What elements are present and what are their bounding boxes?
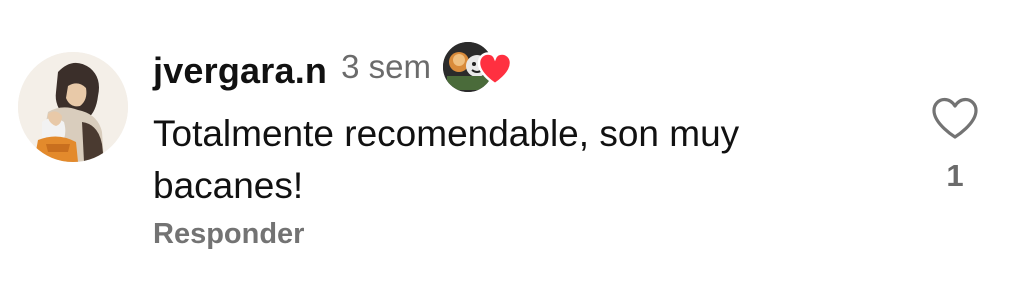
reply-button[interactable]: Responder bbox=[153, 218, 304, 251]
comment-header: jvergara.n 3 sem bbox=[153, 38, 517, 104]
liked-by-author-badge bbox=[442, 40, 517, 94]
timestamp: 3 sem bbox=[341, 48, 431, 85]
username-link[interactable]: jvergara.n bbox=[153, 50, 327, 92]
like-column: 1 bbox=[923, 94, 987, 194]
comment-item: jvergara.n 3 sem Totalmente recomendable… bbox=[0, 0, 1017, 290]
like-button[interactable] bbox=[927, 94, 983, 144]
avatar[interactable] bbox=[18, 52, 128, 162]
comment-text: Totalmente recomendable, son muy bacanes… bbox=[153, 113, 740, 206]
like-count: 1 bbox=[946, 158, 964, 193]
heart-outline-icon bbox=[932, 97, 978, 139]
heart-filled-icon bbox=[477, 52, 513, 86]
